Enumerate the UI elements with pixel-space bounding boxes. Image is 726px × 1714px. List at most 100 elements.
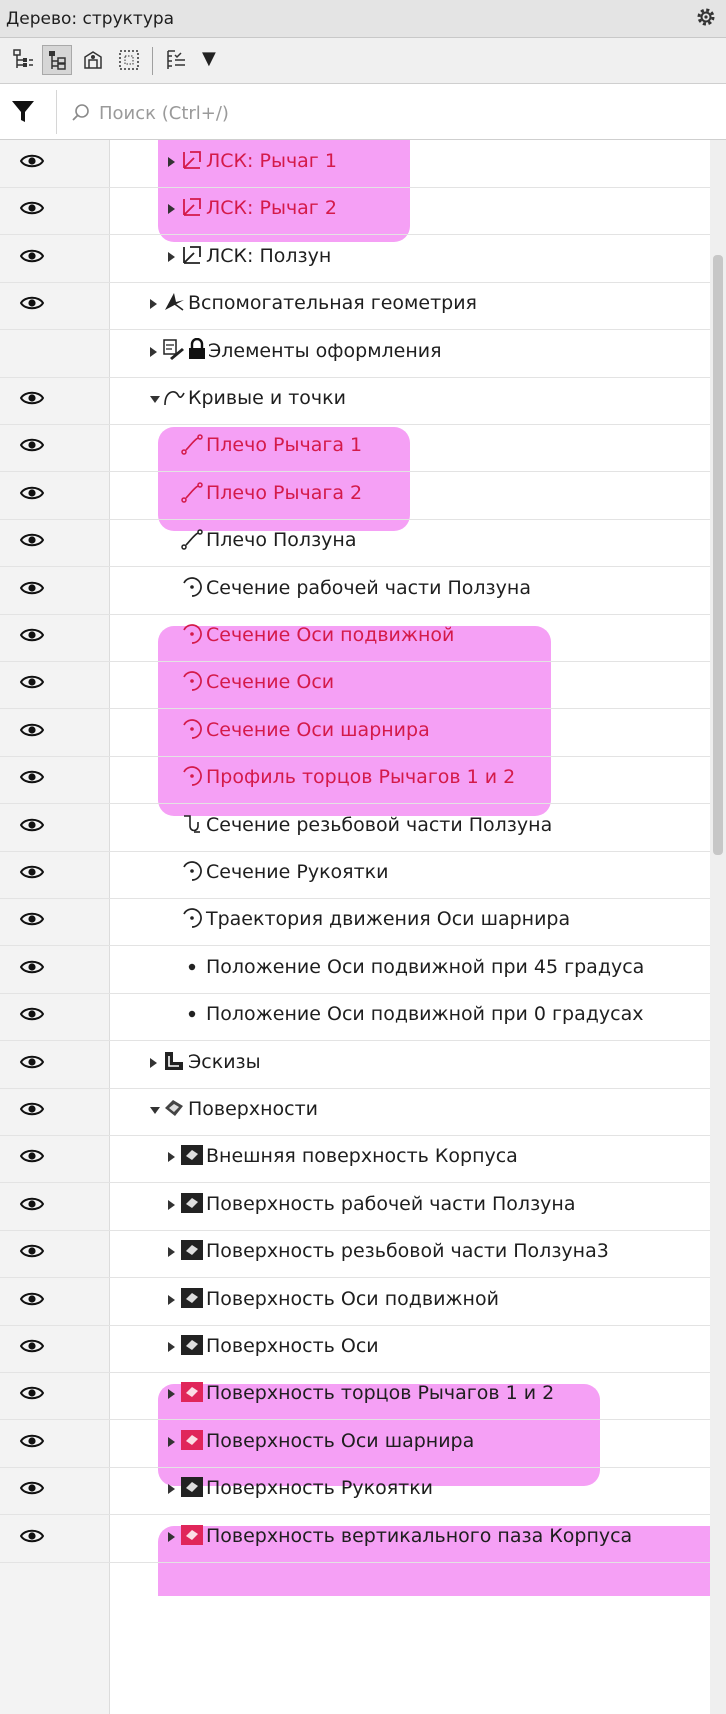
- eye-icon[interactable]: [20, 199, 44, 217]
- tree-row[interactable]: Поверхность резьбовой части Ползуна3: [0, 1226, 710, 1279]
- expander-closed-icon[interactable]: [168, 204, 175, 215]
- tree-row[interactable]: Поверхность Оси шарнира: [0, 1416, 710, 1468]
- tree-item-label[interactable]: Внешняя поверхность Корпуса: [206, 1145, 518, 1167]
- expander-closed-icon[interactable]: [168, 1436, 175, 1447]
- vertical-scrollbar[interactable]: [710, 140, 726, 1714]
- tree-item-label[interactable]: Кривые и точки: [188, 387, 346, 409]
- expander-closed-icon[interactable]: [168, 1531, 175, 1542]
- expander-closed-icon[interactable]: [168, 157, 175, 167]
- tree-row[interactable]: Сечение рабочей части Ползуна: [0, 563, 710, 615]
- expander-closed-icon[interactable]: [150, 1057, 157, 1068]
- tree-item-label[interactable]: Вспомогательная геометрия: [188, 292, 477, 314]
- expander-closed-icon[interactable]: [168, 1342, 175, 1352]
- expander-open-icon[interactable]: [150, 1107, 160, 1114]
- tree-row[interactable]: Поверхность торцов Рычагов 1 и 2: [0, 1368, 710, 1421]
- eye-icon[interactable]: [20, 1432, 44, 1450]
- filter-icon[interactable]: [10, 98, 36, 124]
- tree-item-label[interactable]: Плечо Рычага 1: [206, 434, 362, 456]
- tree-row[interactable]: Эскизы: [0, 1037, 710, 1089]
- tree-filter-options-button[interactable]: [162, 45, 192, 75]
- tree-item-label[interactable]: ЛСК: Ползун: [206, 245, 331, 267]
- tree-row[interactable]: ЛСК: Ползун: [0, 231, 710, 283]
- tree-item-label[interactable]: Эскизы: [188, 1051, 261, 1073]
- tree-row[interactable]: Поверхность рабочей части Ползуна: [0, 1179, 710, 1231]
- tree-row[interactable]: Положение Оси подвижной при 0 градусах: [0, 989, 710, 1042]
- tree-row[interactable]: Сечение Оси: [0, 657, 710, 710]
- tree-row[interactable]: ЛСК: Рычаг 1: [0, 140, 710, 188]
- eye-icon[interactable]: [20, 531, 44, 549]
- eye-icon[interactable]: [20, 1527, 44, 1545]
- eye-icon[interactable]: [20, 1147, 44, 1165]
- tree-row[interactable]: Сечение Рукоятки: [0, 847, 710, 899]
- tree-item-label[interactable]: Положение Оси подвижной при 45 градуса: [206, 956, 644, 978]
- eye-icon[interactable]: [20, 863, 44, 881]
- tree-row[interactable]: Профиль торцов Рычагов 1 и 2: [0, 752, 710, 805]
- eye-icon[interactable]: [20, 436, 44, 454]
- tree-item-label[interactable]: Поверхность Оси: [206, 1335, 379, 1357]
- expander-closed-icon[interactable]: [168, 1152, 175, 1163]
- expander-closed-icon[interactable]: [150, 299, 157, 310]
- eye-icon[interactable]: [20, 247, 44, 265]
- eye-icon[interactable]: [20, 1053, 44, 1071]
- tree-row[interactable]: Поверхности: [0, 1084, 710, 1136]
- tree-item-label[interactable]: ЛСК: Рычаг 2: [206, 197, 337, 219]
- tree-item-label[interactable]: Плечо Ползуна: [206, 529, 356, 551]
- tree-row[interactable]: Плечо Ползуна: [0, 515, 710, 568]
- expander-open-icon[interactable]: [150, 396, 160, 403]
- tree-item-label[interactable]: Сечение Оси шарнира: [206, 719, 430, 741]
- tree-item-label[interactable]: Плечо Рычага 2: [206, 482, 362, 504]
- expander-closed-icon[interactable]: [168, 251, 175, 262]
- eye-icon[interactable]: [20, 294, 44, 312]
- tree-item-label[interactable]: Положение Оси подвижной при 0 градусах: [206, 1003, 643, 1025]
- eye-icon[interactable]: [20, 389, 44, 407]
- tree-item-label[interactable]: Поверхности: [188, 1098, 318, 1120]
- eye-icon[interactable]: [20, 816, 44, 834]
- expander-closed-icon[interactable]: [168, 1199, 175, 1210]
- eye-icon[interactable]: [20, 1195, 44, 1213]
- tree-row[interactable]: Плечо Рычага 1: [0, 420, 710, 473]
- eye-icon[interactable]: [20, 484, 44, 502]
- eye-icon[interactable]: [20, 910, 44, 928]
- tree-item-label[interactable]: Сечение Оси подвижной: [206, 624, 454, 646]
- eye-icon[interactable]: [20, 1384, 44, 1402]
- tree-item-label[interactable]: Элементы оформления: [208, 340, 442, 362]
- expander-closed-icon[interactable]: [168, 1484, 175, 1495]
- tree-row[interactable]: Поверхность Оси подвижной: [0, 1274, 710, 1326]
- chevron-down-icon[interactable]: ▼: [202, 48, 216, 69]
- tree-row[interactable]: Поверхность Рукоятки: [0, 1463, 710, 1516]
- tree-row[interactable]: Элементы оформления: [0, 326, 710, 378]
- eye-icon[interactable]: [20, 1005, 44, 1023]
- tree-item-label[interactable]: Сечение резьбовой части Ползуна: [206, 814, 552, 836]
- tree-row[interactable]: Траектория движения Оси шарнира: [0, 894, 710, 947]
- tree-components-button[interactable]: [78, 45, 108, 75]
- eye-icon[interactable]: [20, 1290, 44, 1308]
- tree-row[interactable]: Плечо Рычага 2: [0, 468, 710, 520]
- tree-selection-button[interactable]: [114, 45, 144, 75]
- search-input[interactable]: [97, 97, 701, 129]
- expander-closed-icon[interactable]: [168, 1247, 175, 1258]
- expander-closed-icon[interactable]: [150, 346, 157, 357]
- expander-closed-icon[interactable]: [168, 1294, 175, 1305]
- tree-item-label[interactable]: Поверхность рабочей части Ползуна: [206, 1193, 576, 1215]
- tree-item-label[interactable]: Поверхность Оси подвижной: [206, 1288, 499, 1310]
- tree-item-label[interactable]: Сечение Рукоятки: [206, 861, 389, 883]
- tree-item-label[interactable]: Поверхность торцов Рычагов 1 и 2: [206, 1382, 554, 1404]
- expander-closed-icon[interactable]: [168, 1389, 175, 1400]
- gear-icon[interactable]: [694, 5, 718, 29]
- tree-row[interactable]: Положение Оси подвижной при 45 градуса: [0, 942, 710, 994]
- tree-item-label[interactable]: Сечение Оси: [206, 671, 334, 693]
- tree-item-label[interactable]: Траектория движения Оси шарнира: [206, 908, 570, 930]
- tree-row[interactable]: Поверхность Оси: [0, 1321, 710, 1373]
- tree-row[interactable]: Сечение резьбовой части Ползуна: [0, 800, 710, 852]
- scrollbar-thumb[interactable]: [713, 255, 723, 855]
- eye-icon[interactable]: [20, 626, 44, 644]
- tree-structure-button[interactable]: [42, 45, 72, 75]
- eye-icon[interactable]: [20, 1242, 44, 1260]
- eye-icon[interactable]: [20, 721, 44, 739]
- tree-row[interactable]: Вспомогательная геометрия: [0, 278, 710, 331]
- eye-icon[interactable]: [20, 1337, 44, 1355]
- tree-row[interactable]: Поверхность вертикального паза Корпуса: [0, 1511, 710, 1563]
- tree-item-label[interactable]: Поверхность вертикального паза Корпуса: [206, 1525, 632, 1547]
- tree-item-label[interactable]: Сечение рабочей части Ползуна: [206, 577, 531, 599]
- eye-icon[interactable]: [20, 1479, 44, 1497]
